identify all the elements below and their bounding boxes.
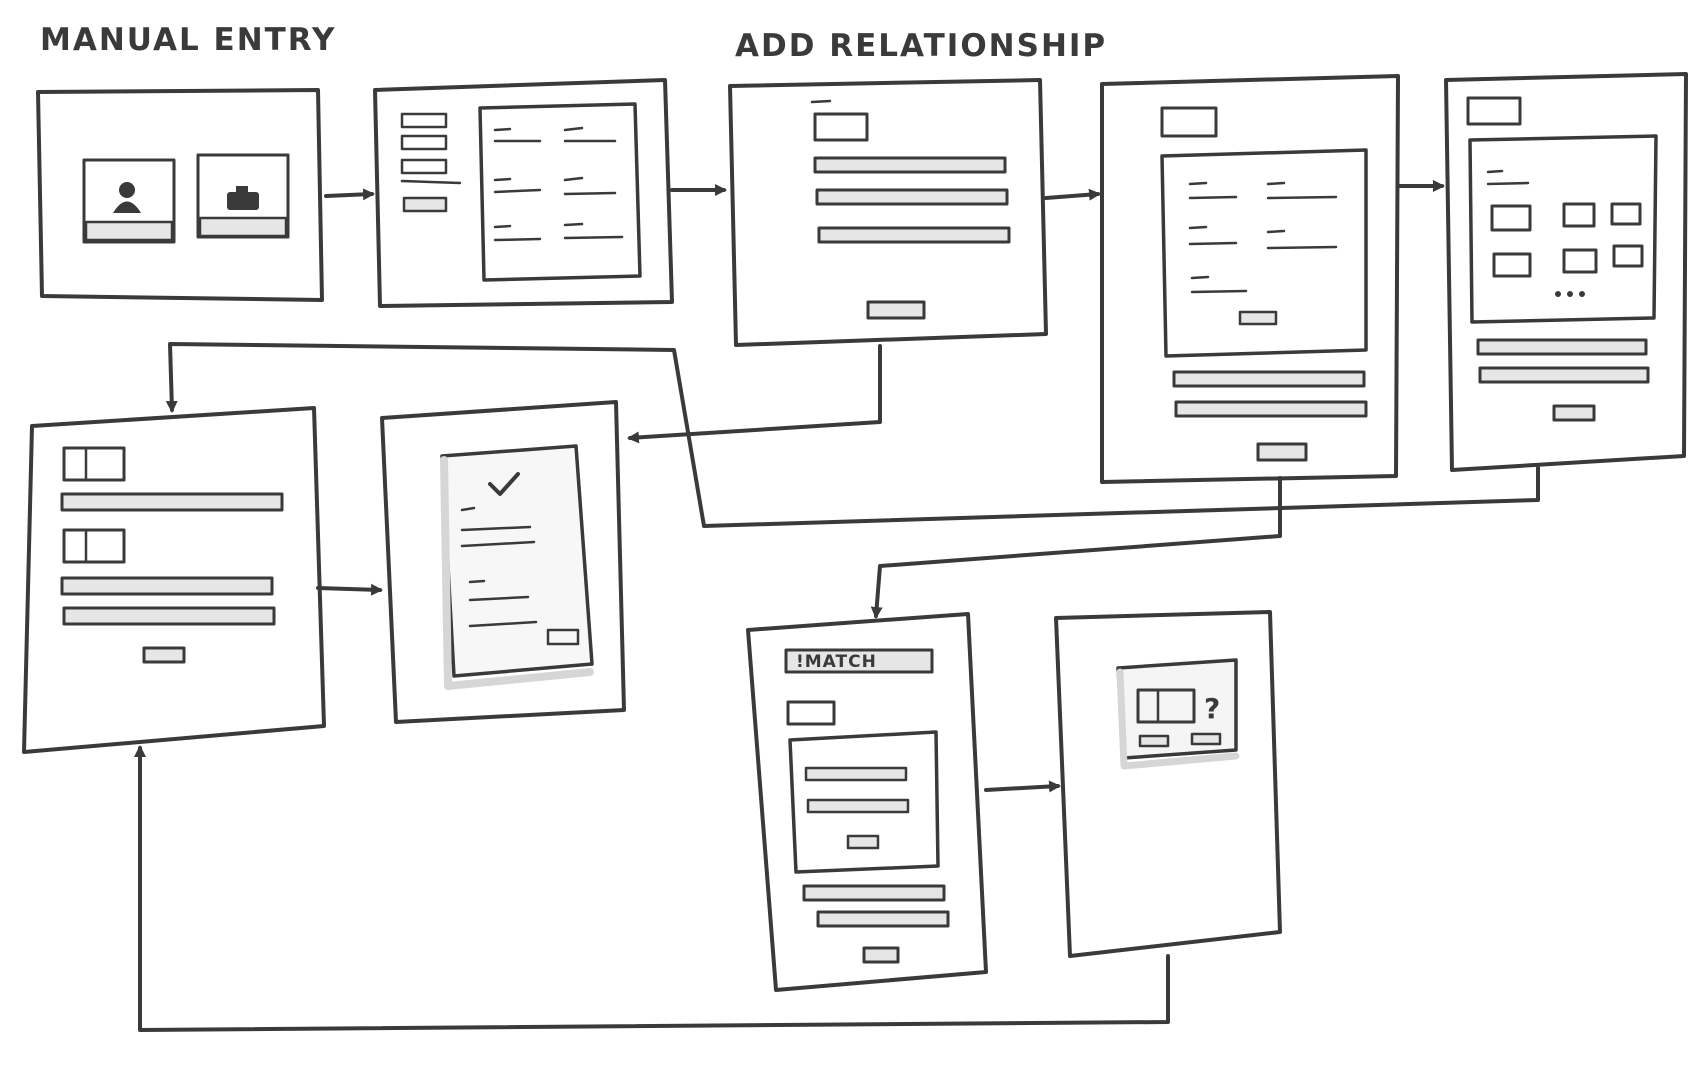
screen-grid-picker (1444, 72, 1688, 472)
match-badge: !MATCH (796, 652, 877, 672)
wireflow-sketch: !MATCH ? (22, 72, 1688, 1032)
camera-icon (227, 186, 259, 210)
ellipsis-icon (1555, 291, 1585, 297)
flow-connectors (134, 180, 1540, 1032)
screen-manual-entry-choice (36, 88, 324, 302)
screen-relationship-modal (1100, 74, 1400, 484)
screen-confirm-dialog (1054, 610, 1282, 958)
screen-success (380, 400, 626, 724)
screen-add-relationship (728, 78, 1048, 347)
person-icon (113, 182, 141, 213)
screen-entry-form (373, 78, 674, 308)
screen-edit-relationship (22, 406, 326, 754)
question-mark: ? (1204, 692, 1220, 725)
